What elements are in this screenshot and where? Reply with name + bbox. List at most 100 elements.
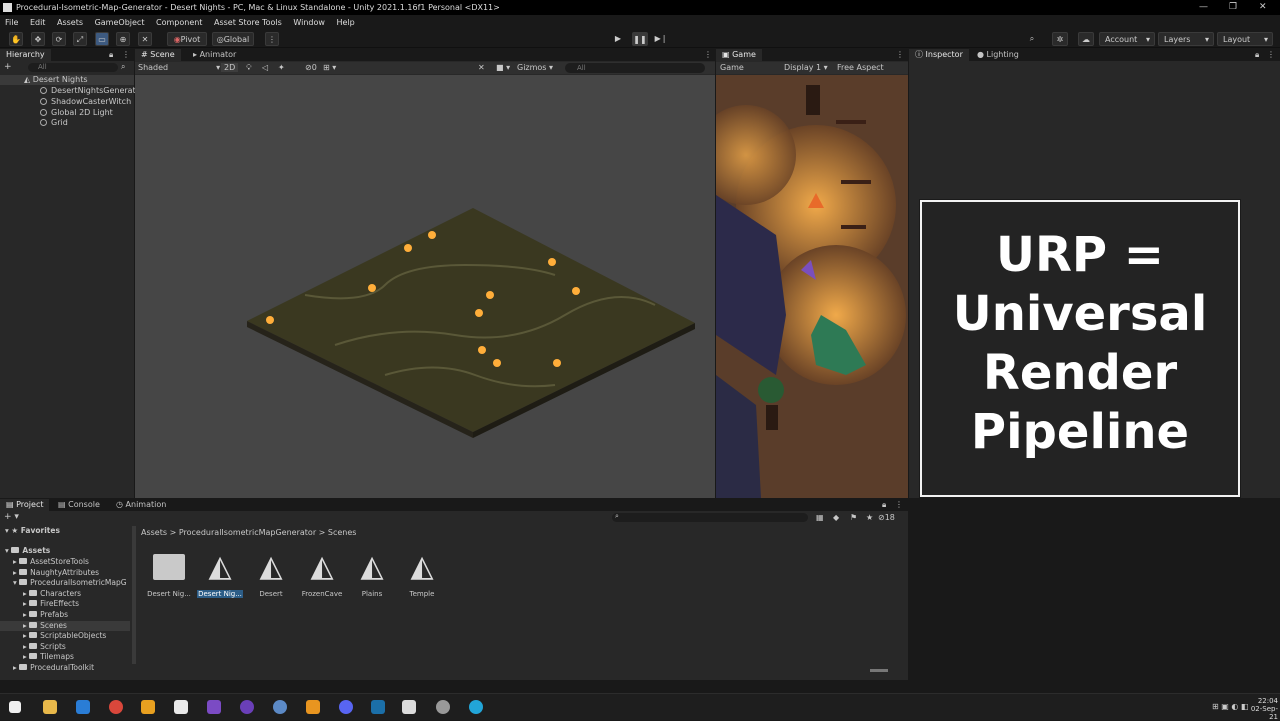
github-icon[interactable] xyxy=(240,700,254,714)
zoom-slider[interactable] xyxy=(870,669,888,672)
tab-animator[interactable]: ▸ Animator xyxy=(187,49,242,61)
cloud-icon[interactable]: ☁ xyxy=(1078,32,1094,46)
tree-item[interactable]: ▸ Tilemaps xyxy=(0,652,74,662)
tab-lighting[interactable]: ● Lighting xyxy=(971,49,1025,61)
light-toggle-icon[interactable]: 💡︎ xyxy=(246,63,252,73)
rotate-tool-icon[interactable]: ⟳ xyxy=(52,32,66,46)
more-icon[interactable]: ⋮ xyxy=(122,49,130,61)
hierarchy-item[interactable]: Global 2D Light xyxy=(0,108,113,118)
asset-item[interactable]: Desert Nig... xyxy=(146,550,192,598)
unity-hub-icon[interactable] xyxy=(436,700,450,714)
hierarchy-search-input[interactable]: All xyxy=(28,63,118,72)
tag-icon[interactable]: ⚑ xyxy=(850,513,857,522)
menu-file[interactable]: File xyxy=(5,18,18,27)
tree-item[interactable]: ▸ Prefabs xyxy=(0,610,68,620)
grid-dropdown-icon[interactable]: ⊞ ▾ xyxy=(323,63,336,72)
menu-window[interactable]: Window xyxy=(293,18,325,27)
tree-item[interactable]: ▾ ProceduralIsometricMapG xyxy=(0,578,127,588)
transform-tool-icon[interactable]: ⊕ xyxy=(116,32,130,46)
asset-item[interactable]: ◭ Plains xyxy=(349,550,395,599)
shading-dropdown[interactable]: Shaded ▾ xyxy=(138,63,220,72)
scene-search-input[interactable]: All xyxy=(565,63,705,73)
play-button[interactable]: ▶ xyxy=(610,32,626,46)
clock[interactable]: 22:04 02-Sep-21 xyxy=(1242,697,1278,721)
menu-help[interactable]: Help xyxy=(336,18,354,27)
tab-scene[interactable]: # Scene xyxy=(135,49,181,61)
rect-tool-icon[interactable]: ▭ xyxy=(95,32,109,46)
lock-icon[interactable]: 🔒︎ xyxy=(882,499,886,511)
paint-icon[interactable] xyxy=(273,700,287,714)
add-icon[interactable]: + xyxy=(4,62,12,72)
tools-icon[interactable]: ✕ xyxy=(478,63,485,72)
tab-inspector[interactable]: ⓘ Inspector xyxy=(909,49,969,61)
game-mode-dropdown[interactable]: Game xyxy=(720,62,744,74)
tree-item[interactable]: ▸ Characters xyxy=(0,589,81,599)
tab-animation[interactable]: ◷ Animation xyxy=(110,499,172,511)
discord-icon[interactable] xyxy=(339,700,353,714)
pause-button[interactable]: ❚❚ xyxy=(632,32,648,46)
hierarchy-scene-row[interactable]: ◭ Desert Nights xyxy=(0,75,134,85)
tab-hierarchy[interactable]: Hierarchy xyxy=(0,49,51,61)
unity-icon[interactable] xyxy=(402,700,416,714)
custom-tool-icon[interactable]: ✕ xyxy=(138,32,152,46)
tree-item[interactable]: ▸ AssetStoreTools xyxy=(0,557,89,567)
aspect-dropdown[interactable]: Free Aspect xyxy=(837,62,884,74)
more-icon[interactable]: ⋮ xyxy=(1267,49,1275,61)
effects-toggle-icon[interactable]: ✦ xyxy=(278,63,285,72)
hidden-objects-icon[interactable]: ⊘0 xyxy=(305,63,317,72)
2d-toggle[interactable]: 2D xyxy=(221,63,239,72)
menu-gameobject[interactable]: GameObject xyxy=(95,18,145,27)
restore-button[interactable]: ❐ xyxy=(1229,0,1237,15)
tree-item[interactable]: ▸ ProceduralToolkit xyxy=(0,663,94,673)
asset-item[interactable]: ◭ FrozenCave xyxy=(299,550,345,599)
display-dropdown[interactable]: Display 1 ▾ xyxy=(784,62,828,74)
layers-dropdown[interactable]: Layers ▾ xyxy=(1158,32,1214,46)
menu-asset-store-tools[interactable]: Asset Store Tools xyxy=(214,18,282,27)
windows-start-icon[interactable] xyxy=(9,701,21,713)
tree-item[interactable]: ▸ NaughtyAttributes xyxy=(0,568,99,578)
hidden-packages-toggle[interactable]: ⊘18 xyxy=(878,513,895,522)
move-tool-icon[interactable]: ✥ xyxy=(31,32,45,46)
asset-item[interactable]: ◭ Desert xyxy=(248,550,294,599)
tree-item[interactable]: ▸ FireEffects xyxy=(0,599,79,609)
audio-toggle-icon[interactable]: ◁ xyxy=(262,63,268,72)
more-icon[interactable]: ⋮ xyxy=(896,49,904,61)
pivot-toggle[interactable]: ◉Pivot xyxy=(167,32,207,46)
gizmos-dropdown[interactable]: Gizmos ▾ xyxy=(517,63,553,72)
assets-root[interactable]: ▾ Assets xyxy=(0,546,50,556)
chrome-icon[interactable] xyxy=(109,700,123,714)
lock-icon[interactable]: 🔒︎ xyxy=(109,49,113,61)
project-search-input[interactable]: ⌕ xyxy=(612,512,808,522)
hierarchy-item[interactable]: ShadowCasterWitch xyxy=(0,97,131,107)
favorite-star-icon[interactable]: ★ xyxy=(866,513,873,522)
filter-type-icon[interactable]: ▦ xyxy=(816,513,824,522)
tab-console[interactable]: ▤ Console xyxy=(52,499,106,511)
visual-studio-icon[interactable] xyxy=(207,700,221,714)
breadcrumb-item[interactable]: ProceduralIsometricMapGenerator xyxy=(179,528,316,537)
menu-edit[interactable]: Edit xyxy=(30,18,46,27)
tree-item[interactable]: ▸ ScriptableObjects xyxy=(0,631,106,641)
minimize-button[interactable]: — xyxy=(1199,0,1208,15)
camera-icon[interactable]: ■ ▾ xyxy=(496,63,510,72)
menu-component[interactable]: Component xyxy=(156,18,202,27)
tab-project[interactable]: ▤ Project xyxy=(0,499,50,511)
tab-game[interactable]: ▣ Game xyxy=(716,49,762,61)
asset-item[interactable]: ◭ Temple xyxy=(399,550,445,599)
collab-icon[interactable]: ✲ xyxy=(1052,32,1068,46)
lock-icon[interactable]: 🔒︎ xyxy=(1255,49,1259,61)
grid-snap-icon[interactable]: ⋮ xyxy=(265,32,279,46)
file-explorer-icon[interactable] xyxy=(43,700,57,714)
blender-icon[interactable] xyxy=(306,700,320,714)
hierarchy-item[interactable]: Grid xyxy=(0,118,68,128)
search-icon[interactable]: ⌕ xyxy=(121,62,125,72)
filter-label-icon[interactable]: ◆ xyxy=(833,513,839,522)
breadcrumb-item[interactable]: Scenes xyxy=(328,528,357,537)
step-button[interactable]: ▶❘ xyxy=(653,32,669,46)
global-toggle[interactable]: ◎Global xyxy=(212,32,254,46)
scale-tool-icon[interactable]: ⤢ xyxy=(73,32,87,46)
hierarchy-item[interactable]: DesertNightsGenerator xyxy=(0,86,144,96)
asset-item-selected[interactable]: ◭ Desert Nig... xyxy=(197,550,243,598)
tree-scrollbar[interactable] xyxy=(132,526,136,664)
more-icon[interactable]: ⋮ xyxy=(704,49,712,61)
steam-icon[interactable] xyxy=(371,700,385,714)
